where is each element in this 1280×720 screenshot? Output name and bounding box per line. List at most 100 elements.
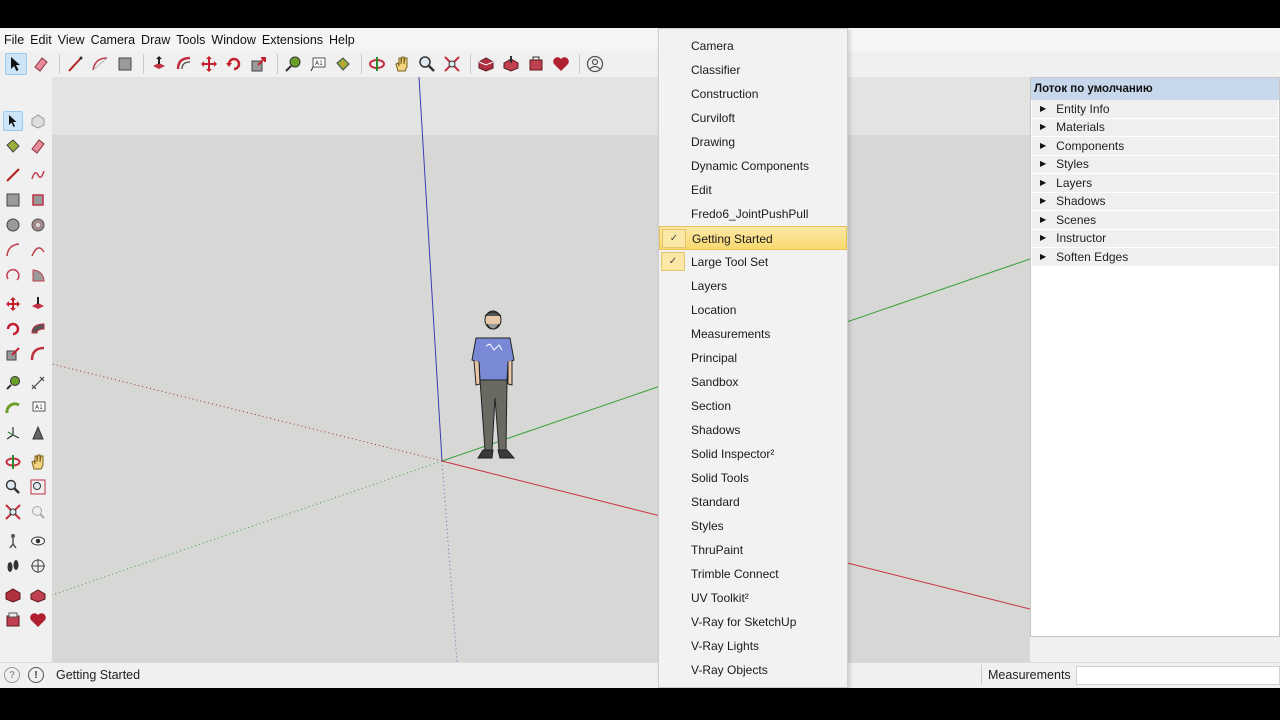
tray-panel-header[interactable]: ▶ Soften Edges <box>1032 248 1278 267</box>
two-point-arc-icon[interactable] <box>28 240 48 260</box>
share-model-icon[interactable] <box>28 585 48 605</box>
section-plane-icon[interactable] <box>28 556 48 576</box>
tray-panel-header[interactable]: ▶ Shadows <box>1032 192 1278 211</box>
look-around-icon[interactable] <box>28 531 48 551</box>
scale-icon[interactable] <box>3 344 23 364</box>
tape-measure-icon[interactable] <box>3 373 23 393</box>
menu-item-toolbar[interactable]: Sandbox <box>659 370 847 394</box>
zoom-extents-icon[interactable] <box>3 502 23 522</box>
follow-me-icon[interactable] <box>28 319 48 339</box>
rotated-rectangle-icon[interactable] <box>28 190 48 210</box>
dimension-icon[interactable] <box>28 373 48 393</box>
rotate-icon[interactable] <box>3 319 23 339</box>
share-component-icon[interactable] <box>3 610 23 630</box>
menu-view[interactable]: View <box>57 28 90 52</box>
zoom-extents-tool-icon[interactable] <box>441 53 463 75</box>
eraser-tool-icon[interactable] <box>30 53 52 75</box>
menu-item-toolbar[interactable]: Drawing <box>659 130 847 154</box>
offset-tool-icon[interactable] <box>173 53 195 75</box>
text-tool-icon[interactable]: A1 <box>307 53 329 75</box>
menu-item-toolbar[interactable]: V-Ray Objects <box>659 658 847 682</box>
arc-icon[interactable] <box>3 240 23 260</box>
orbit-tool-icon[interactable] <box>366 53 388 75</box>
menu-file[interactable]: File <box>3 28 29 52</box>
menu-draw[interactable]: Draw <box>140 28 175 52</box>
menu-item-toolbar[interactable]: Shadows <box>659 418 847 442</box>
rectangle-tool-icon[interactable] <box>114 53 136 75</box>
pan-icon[interactable] <box>28 452 48 472</box>
menu-item-toolbar[interactable]: UV Toolkit² <box>659 586 847 610</box>
tray-panel-header[interactable]: ▶ Scenes <box>1032 211 1278 230</box>
menu-item-toolbar[interactable]: Curviloft <box>659 106 847 130</box>
expand-arrow-icon[interactable]: ▶ <box>1040 100 1046 119</box>
eraser-icon[interactable] <box>28 136 48 156</box>
menu-item-toolbar[interactable]: Trimble Connect <box>659 562 847 586</box>
menu-item-toolbar[interactable]: ✓ Getting Started <box>659 226 847 250</box>
menu-item-toolbar[interactable]: Section <box>659 394 847 418</box>
expand-arrow-icon[interactable]: ▶ <box>1040 248 1046 267</box>
paint-bucket-tool-icon[interactable] <box>332 53 354 75</box>
line-tool-icon[interactable] <box>64 53 86 75</box>
menu-help[interactable]: Help <box>328 28 360 52</box>
extension-warehouse-icon[interactable] <box>28 610 48 630</box>
line-icon[interactable] <box>3 165 23 185</box>
push-pull-tool-icon[interactable] <box>148 53 170 75</box>
protractor-icon[interactable] <box>3 398 23 418</box>
menu-item-toolbar[interactable]: Dynamic Components <box>659 154 847 178</box>
tray-panel-header[interactable]: ▶ Components <box>1032 137 1278 156</box>
text-icon[interactable]: A1 <box>28 398 48 418</box>
tray-panel-header[interactable]: ▶ Instructor <box>1032 229 1278 248</box>
rectangle-icon[interactable] <box>3 190 23 210</box>
circle-icon[interactable] <box>3 215 23 235</box>
instructor-info-icon[interactable]: ! <box>28 667 44 683</box>
orbit-icon[interactable] <box>3 452 23 472</box>
axes-icon[interactable] <box>3 423 23 443</box>
expand-arrow-icon[interactable]: ▶ <box>1040 174 1046 193</box>
tray-panel-header[interactable]: ▶ Layers <box>1032 174 1278 193</box>
menu-edit[interactable]: Edit <box>29 28 57 52</box>
arc-tool-icon[interactable] <box>89 53 111 75</box>
expand-arrow-icon[interactable]: ▶ <box>1040 137 1046 156</box>
menu-item-toolbar[interactable]: Layers <box>659 274 847 298</box>
menu-item-toolbar[interactable]: Fredo6_JointPushPull <box>659 202 847 226</box>
menu-tools[interactable]: Tools <box>175 28 210 52</box>
tray-panel-header[interactable]: ▶ Entity Info <box>1032 100 1278 119</box>
menu-extensions[interactable]: Extensions <box>261 28 328 52</box>
expand-arrow-icon[interactable]: ▶ <box>1040 118 1046 137</box>
menu-window[interactable]: Window <box>210 28 260 52</box>
expand-arrow-icon[interactable]: ▶ <box>1040 192 1046 211</box>
menu-camera[interactable]: Camera <box>90 28 140 52</box>
account-icon[interactable] <box>584 53 606 75</box>
person-figure[interactable] <box>466 310 526 465</box>
share-model-icon[interactable] <box>500 53 522 75</box>
position-camera-icon[interactable] <box>3 531 23 551</box>
extension-warehouse-icon[interactable] <box>550 53 572 75</box>
menu-item-toolbar[interactable]: ✓ Large Tool Set <box>659 250 847 274</box>
menu-item-toolbar[interactable]: Solid Tools <box>659 466 847 490</box>
menu-item-toolbar[interactable]: Location <box>659 298 847 322</box>
move-tool-icon[interactable] <box>198 53 220 75</box>
scale-tool-icon[interactable] <box>248 53 270 75</box>
previous-view-icon[interactable] <box>28 502 48 522</box>
three-point-arc-icon[interactable] <box>3 265 23 285</box>
menu-item-toolbar[interactable]: Solid Inspector² <box>659 442 847 466</box>
menu-item-toolbar[interactable]: Classifier <box>659 58 847 82</box>
menu-item-toolbar[interactable]: Standard <box>659 490 847 514</box>
geo-location-icon[interactable]: ? <box>4 667 20 683</box>
zoom-window-icon[interactable] <box>28 477 48 497</box>
pan-tool-icon[interactable] <box>391 53 413 75</box>
offset-icon[interactable] <box>28 344 48 364</box>
3d-text-icon[interactable] <box>28 423 48 443</box>
menu-item-toolbar[interactable]: V-Ray Lights <box>659 634 847 658</box>
walk-icon[interactable] <box>3 556 23 576</box>
paint-bucket-icon[interactable] <box>3 136 23 156</box>
share-component-icon[interactable] <box>525 53 547 75</box>
zoom-tool-icon[interactable] <box>416 53 438 75</box>
3d-viewport[interactable] <box>52 77 1030 662</box>
menu-item-toolbar[interactable]: Edit <box>659 178 847 202</box>
pie-icon[interactable] <box>28 265 48 285</box>
zoom-icon[interactable] <box>3 477 23 497</box>
3d-warehouse-icon[interactable] <box>475 53 497 75</box>
menu-item-toolbar[interactable]: Measurements <box>659 322 847 346</box>
make-component-icon[interactable] <box>28 111 48 131</box>
